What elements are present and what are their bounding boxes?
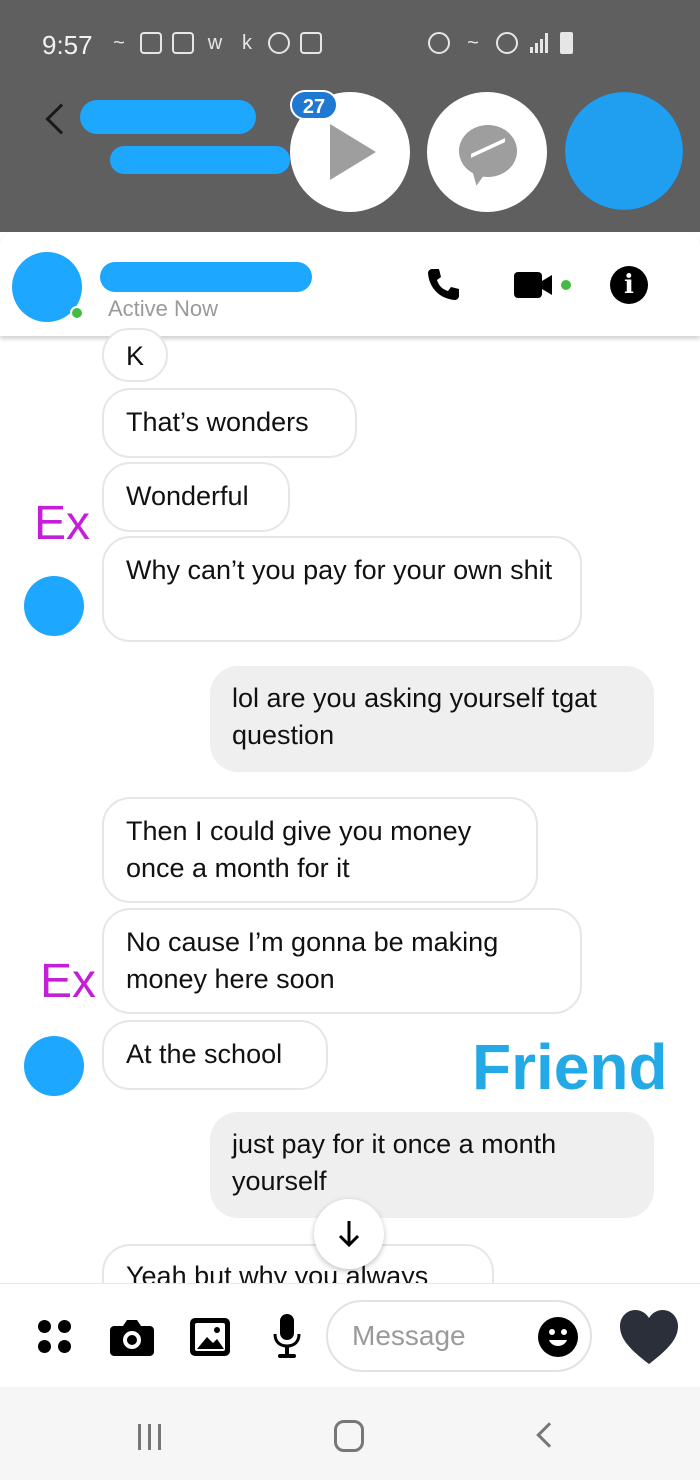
redaction-mark xyxy=(80,100,256,134)
emoji-face xyxy=(549,1329,567,1346)
scroll-down-button[interactable] xyxy=(314,1199,384,1269)
message-bubble[interactable]: No cause I’m gonna be making money here … xyxy=(102,908,582,1014)
contact-avatar-small xyxy=(24,576,84,636)
gallery-icon[interactable] xyxy=(190,1318,230,1356)
contact-chat-head[interactable] xyxy=(565,92,683,210)
heart-icon[interactable] xyxy=(618,1308,680,1366)
ex-annotation: Ex xyxy=(40,955,97,1008)
notification-icons: ~ w k xyxy=(108,32,322,54)
wifi-icon xyxy=(496,32,518,54)
play-icon xyxy=(330,124,376,180)
emoji-icon[interactable] xyxy=(538,1317,578,1357)
recents-icon[interactable] xyxy=(138,1424,168,1450)
battery-icon xyxy=(560,32,573,54)
messenger-icon xyxy=(459,125,517,177)
notification-icon xyxy=(172,32,194,54)
notification-icon: k xyxy=(242,32,252,54)
notification-icon: ~ xyxy=(113,32,125,54)
redaction-mark xyxy=(100,262,312,292)
alarm-icon xyxy=(428,32,450,54)
mute-icon: ~ xyxy=(467,32,479,54)
redaction-mark xyxy=(110,146,290,174)
online-indicator xyxy=(70,306,84,320)
signal-icon xyxy=(530,33,548,53)
scroll-down-icon xyxy=(338,1221,360,1248)
info-icon[interactable]: i xyxy=(610,266,648,304)
message-bubble[interactable]: Wonderful xyxy=(102,462,290,532)
home-icon[interactable] xyxy=(334,1420,364,1452)
status-time: 9:57 xyxy=(42,30,93,60)
redaction-mark xyxy=(565,92,683,210)
chat-header: Active Now xyxy=(0,232,700,336)
microphone-icon[interactable] xyxy=(272,1314,302,1358)
system-icons: ~ xyxy=(428,32,573,54)
message-bubble-own[interactable]: just pay for it once a month yourself xyxy=(210,1112,654,1218)
phone-icon[interactable] xyxy=(426,266,462,302)
active-status: Active Now xyxy=(108,296,219,321)
notification-icon: w xyxy=(207,32,223,54)
unread-badge: 27 xyxy=(290,90,338,120)
message-bubble[interactable]: Yeah but why you always xyxy=(102,1244,494,1284)
messenger-chat-head[interactable] xyxy=(427,92,547,212)
camera-icon[interactable] xyxy=(110,1318,154,1356)
video-icon[interactable] xyxy=(514,272,572,298)
ex-annotation: Ex xyxy=(34,497,91,550)
message-bubble[interactable]: Then I could give you money once a month… xyxy=(102,797,538,903)
notification-icon xyxy=(300,32,322,54)
message-bubble-own[interactable]: lol are you asking yourself tgat questio… xyxy=(210,666,654,772)
message-bubble[interactable]: That’s wonders xyxy=(102,388,357,458)
friend-annotation: Friend xyxy=(472,1031,668,1103)
apps-grid-icon[interactable] xyxy=(38,1320,74,1356)
notification-icon xyxy=(140,32,162,54)
notification-icon xyxy=(268,32,290,54)
message-bubble[interactable]: Why can’t you pay for your own shit xyxy=(102,536,582,642)
contact-avatar-small xyxy=(24,1036,84,1096)
message-bubble[interactable]: K xyxy=(102,328,169,382)
message-bubble[interactable]: At the school xyxy=(102,1020,328,1090)
